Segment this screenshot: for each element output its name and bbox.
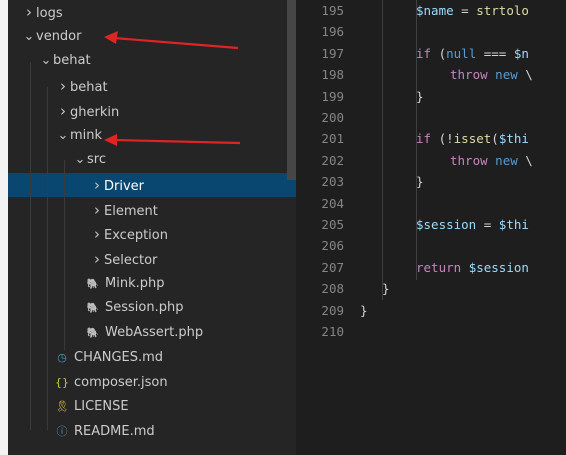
annotation-arrow-mink <box>104 134 241 146</box>
annotation-arrow-vendor <box>104 31 239 50</box>
annotation-arrows <box>104 31 241 146</box>
